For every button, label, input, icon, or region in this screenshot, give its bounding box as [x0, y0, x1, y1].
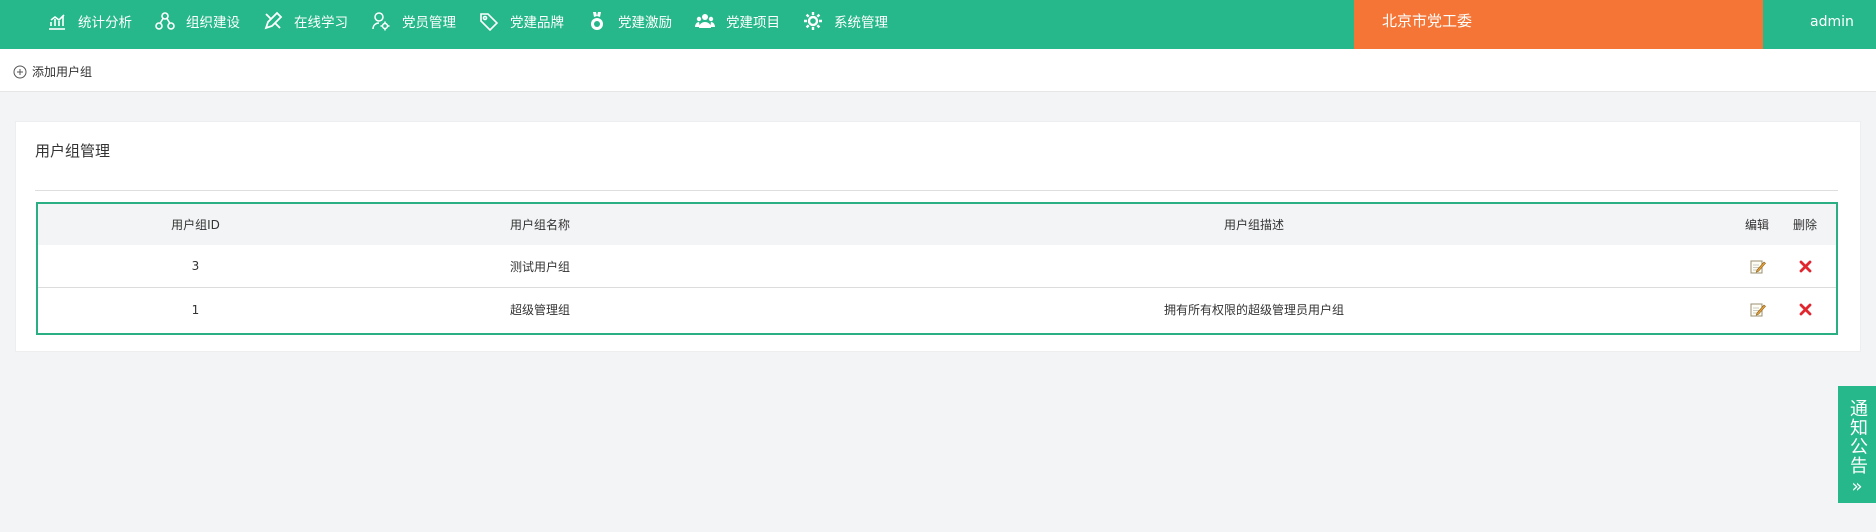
toolbar: 添加用户组	[0, 49, 1876, 92]
table-header-row: 用户组ID 用户组名称 用户组描述 编辑 删除	[38, 204, 1836, 245]
medal-icon	[586, 10, 608, 32]
header-edit: 编辑	[1744, 218, 1769, 232]
nav-label: 系统管理	[834, 15, 888, 31]
edit-icon[interactable]	[1749, 258, 1766, 275]
nav-label: 组织建设	[186, 15, 240, 31]
user-group-panel: 用户组管理 用户组ID 用户组名称 用户组描述 编辑 删除 3 测试用户组 1 …	[15, 121, 1861, 352]
chart-icon	[46, 10, 68, 32]
cell-name: 测试用户组	[510, 259, 571, 274]
double-chevron-icon: »	[1851, 476, 1863, 497]
add-user-group-label: 添加用户组	[32, 65, 93, 79]
nav-label: 在线学习	[294, 15, 348, 31]
member-gear-icon	[370, 10, 392, 32]
nav-label: 党建激励	[618, 15, 672, 31]
nav-item-org[interactable]: 组织建设	[154, 10, 240, 32]
edit-icon[interactable]	[1749, 301, 1766, 318]
nav-label: 统计分析	[78, 15, 132, 31]
table-row: 1 超级管理组 拥有所有权限的超级管理员用户组	[38, 288, 1836, 331]
nav-item-stats[interactable]: 统计分析	[46, 10, 132, 32]
nav-label: 党建项目	[726, 15, 780, 31]
notice-tab[interactable]: 通知公告 »	[1838, 386, 1876, 503]
cell-id: 3	[191, 259, 200, 273]
main-nav: 统计分析 组织建设 在线学习 党员管理 党建品牌 党建激励 党建项目 系统管理	[46, 0, 910, 42]
cell-desc: 拥有所有权限的超级管理员用户组	[1163, 303, 1344, 317]
nav-item-projects[interactable]: 党建项目	[694, 10, 780, 32]
cell-id: 1	[191, 302, 200, 317]
org-name-badge[interactable]: 北京市党工委	[1354, 0, 1763, 49]
gear-icon	[802, 10, 824, 32]
nav-item-brand[interactable]: 党建品牌	[478, 10, 564, 32]
page-title: 用户组管理	[35, 142, 111, 160]
add-user-group-button[interactable]: 添加用户组	[13, 63, 92, 80]
add-circle-icon	[13, 65, 27, 79]
top-navbar: 统计分析 组织建设 在线学习 党员管理 党建品牌 党建激励 党建项目 系统管理 …	[0, 0, 1876, 49]
header-delete: 删除	[1792, 218, 1817, 232]
pencil-icon	[262, 10, 284, 32]
nav-item-incentive[interactable]: 党建激励	[586, 10, 672, 32]
delete-icon[interactable]	[1797, 301, 1814, 318]
cell-desc	[818, 245, 1690, 287]
org-tree-icon	[154, 10, 176, 32]
delete-icon[interactable]	[1797, 258, 1814, 275]
tag-icon	[478, 10, 500, 32]
nav-item-learning[interactable]: 在线学习	[262, 10, 348, 32]
header-name: 用户组名称	[510, 218, 571, 232]
header-id: 用户组ID	[171, 218, 220, 232]
table-row: 3 测试用户组	[38, 245, 1836, 288]
nav-label: 党员管理	[402, 15, 456, 31]
cell-name: 超级管理组	[510, 303, 571, 317]
user-group-table: 用户组ID 用户组名称 用户组描述 编辑 删除 3 测试用户组 1 超级管理组 …	[36, 202, 1838, 335]
divider	[35, 190, 1838, 191]
nav-label: 党建品牌	[510, 15, 564, 31]
header-desc: 用户组描述	[1223, 218, 1284, 232]
notice-label: 通知公告	[1847, 399, 1868, 475]
nav-item-members[interactable]: 党员管理	[370, 10, 456, 32]
nav-item-system[interactable]: 系统管理	[802, 10, 888, 32]
user-menu[interactable]: admin	[1810, 14, 1854, 30]
group-icon	[694, 10, 716, 32]
